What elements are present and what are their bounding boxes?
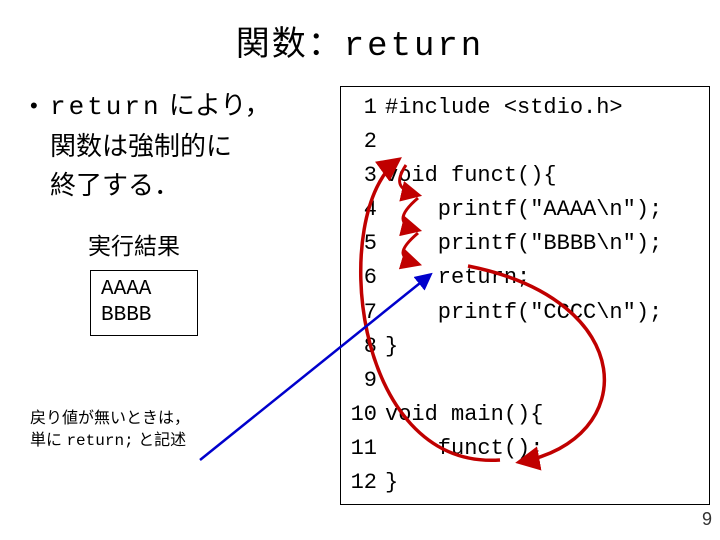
content-row: • return により， 関数は強制的に 終了する． 実行結果 AAAA BB… <box>0 76 720 505</box>
exec-output-line: AAAA <box>101 277 187 303</box>
bullet-code: return <box>50 92 162 122</box>
left-column: • return により， 関数は強制的に 終了する． 実行結果 AAAA BB… <box>30 86 340 505</box>
line-number: 3 <box>341 159 385 193</box>
execution-result-label: 実行結果 <box>88 229 340 264</box>
code-line: 9 <box>341 364 709 398</box>
line-number: 4 <box>341 193 385 227</box>
code-line: 4 printf("AAAA\n"); <box>341 193 709 227</box>
line-number: 2 <box>341 125 385 159</box>
exec-output-line: BBBB <box>101 303 187 329</box>
line-number: 12 <box>341 466 385 500</box>
note-line2-post: と記述 <box>134 432 186 449</box>
code-line: 3void funct(){ <box>341 159 709 193</box>
code-line: 5 printf("BBBB\n"); <box>341 227 709 261</box>
page-number: 9 <box>702 509 712 530</box>
code-line: 10void main(){ <box>341 398 709 432</box>
line-number: 7 <box>341 296 385 330</box>
code-listing: 1#include <stdio.h>23void funct(){4 prin… <box>340 86 710 505</box>
code-text: void funct(){ <box>385 159 709 193</box>
line-number: 6 <box>341 261 385 295</box>
line-number: 1 <box>341 91 385 125</box>
code-line: 11 funct(); <box>341 432 709 466</box>
bullet-line1-suffix: により， <box>162 90 271 120</box>
code-text: printf("AAAA\n"); <box>385 193 709 227</box>
bullet-dot: • <box>30 86 50 205</box>
line-number: 5 <box>341 227 385 261</box>
bullet-item: • return により， 関数は強制的に 終了する． <box>30 86 340 205</box>
code-text: funct(); <box>385 432 709 466</box>
note-line2-pre: 単に <box>30 432 66 449</box>
code-text: printf("CCCC\n"); <box>385 296 709 330</box>
code-text <box>385 125 709 159</box>
code-text: } <box>385 330 709 364</box>
code-text: } <box>385 466 709 500</box>
line-number: 11 <box>341 432 385 466</box>
bullet-line3: 終了する． <box>50 170 180 200</box>
note-line1: 戻り値が無いときは， <box>30 410 190 427</box>
code-text: return; <box>385 261 709 295</box>
code-text: void main(){ <box>385 398 709 432</box>
code-line: 8} <box>341 330 709 364</box>
slide-title: 関数：return <box>0 0 720 76</box>
bullet-line2: 関数は強制的に <box>50 131 232 161</box>
line-number: 10 <box>341 398 385 432</box>
title-en: return <box>344 28 484 66</box>
code-text <box>385 364 709 398</box>
title-jp: 関数： <box>236 25 344 63</box>
code-line: 6 return; <box>341 261 709 295</box>
code-line: 12} <box>341 466 709 500</box>
code-line: 1#include <stdio.h> <box>341 91 709 125</box>
note-line2-code: return; <box>66 432 133 450</box>
execution-result-box: AAAA BBBB <box>90 270 198 337</box>
code-text: #include <stdio.h> <box>385 91 709 125</box>
footnote: 戻り値が無いときは， 単に return; と記述 <box>30 408 340 453</box>
code-line: 2 <box>341 125 709 159</box>
line-number: 8 <box>341 330 385 364</box>
bullet-text: return により， 関数は強制的に 終了する． <box>50 86 340 205</box>
code-text: printf("BBBB\n"); <box>385 227 709 261</box>
code-line: 7 printf("CCCC\n"); <box>341 296 709 330</box>
right-column: 1#include <stdio.h>23void funct(){4 prin… <box>340 86 720 505</box>
line-number: 9 <box>341 364 385 398</box>
